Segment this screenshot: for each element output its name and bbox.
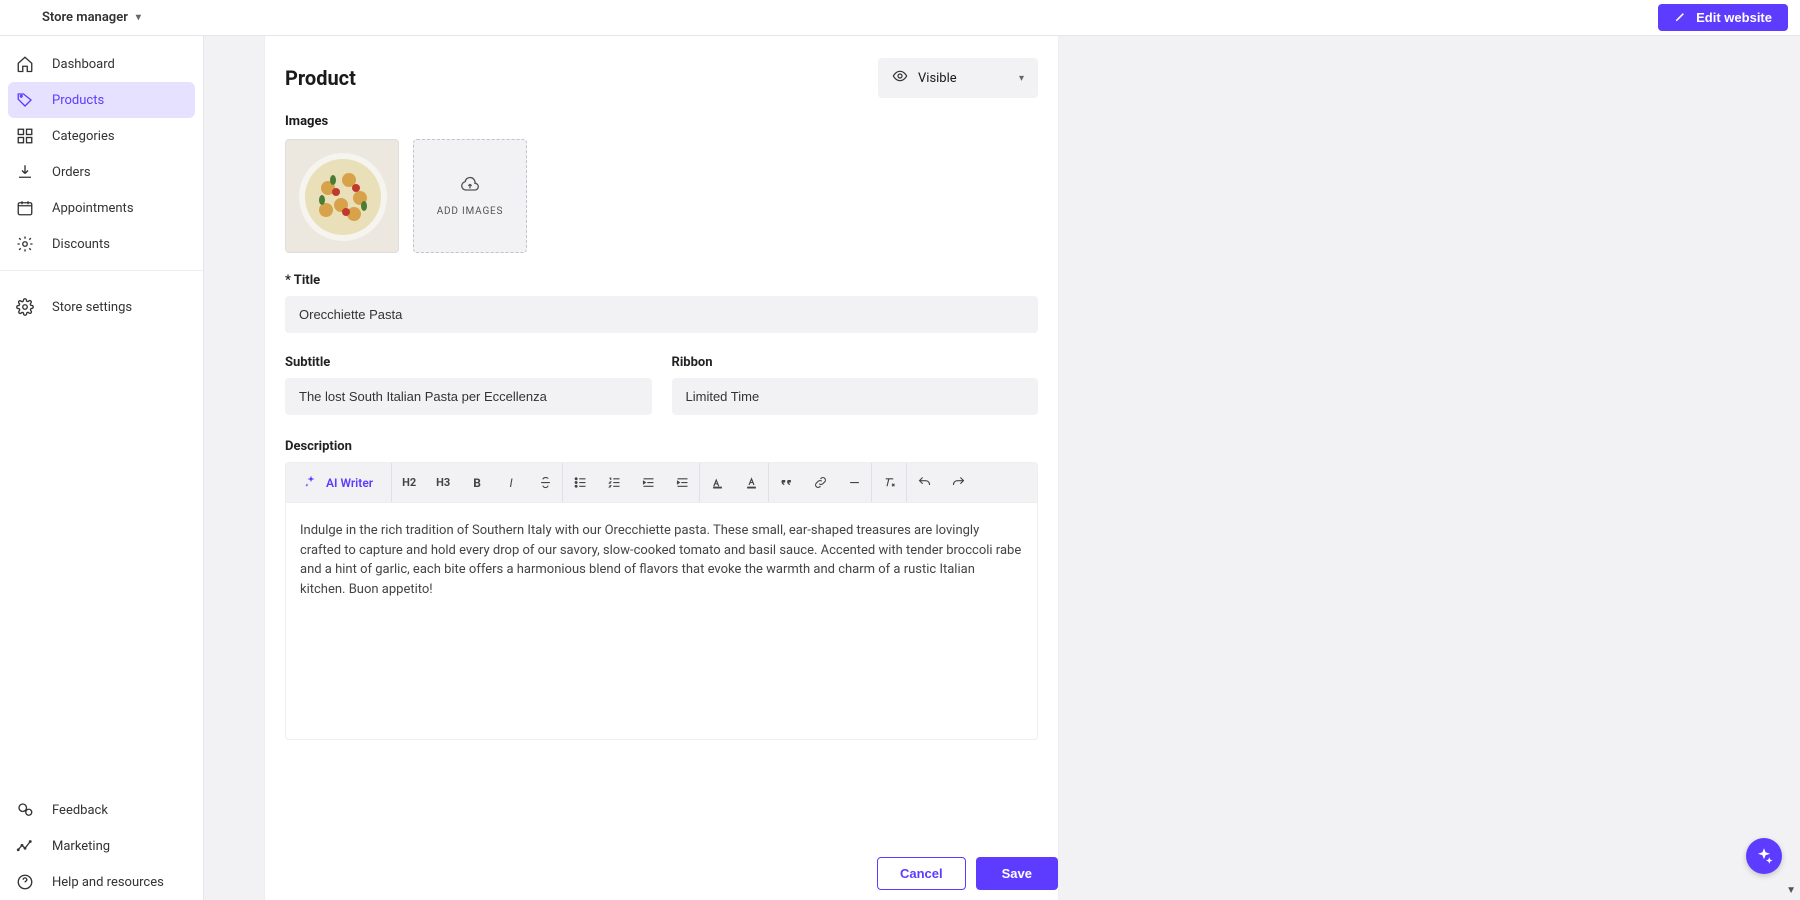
- ribbon-input[interactable]: [672, 378, 1039, 415]
- help-icon: [16, 873, 34, 891]
- visibility-select[interactable]: Visible ▾: [878, 58, 1038, 98]
- top-bar: Store manager ▾ Edit website: [0, 0, 1800, 36]
- assistant-fab[interactable]: [1746, 838, 1782, 874]
- ordered-list-button[interactable]: [597, 463, 631, 502]
- store-manager-dropdown[interactable]: Store manager ▾: [42, 10, 141, 25]
- divider: [0, 270, 203, 271]
- sidebar-item-appointments[interactable]: Appointments: [0, 190, 203, 226]
- page-title: Product: [285, 66, 356, 90]
- rte-toolbar: AI Writer H2 H3 B I: [286, 463, 1037, 503]
- sidebar-item-help[interactable]: Help and resources: [0, 864, 203, 900]
- pencil-icon: [1674, 9, 1688, 26]
- ai-writer-label: AI Writer: [326, 476, 373, 490]
- product-image-thumb[interactable]: [285, 139, 399, 253]
- h2-button[interactable]: H2: [392, 463, 426, 502]
- tag-icon: [16, 91, 34, 109]
- sidebar-item-store-settings[interactable]: Store settings: [0, 289, 203, 325]
- edit-website-button[interactable]: Edit website: [1658, 4, 1788, 31]
- footer-actions: Cancel Save: [877, 857, 1058, 890]
- sidebar-item-orders[interactable]: Orders: [0, 154, 203, 190]
- sidebar-item-label: Dashboard: [52, 57, 115, 72]
- title-label: * Title: [285, 273, 1038, 288]
- edit-website-label: Edit website: [1696, 10, 1772, 25]
- cancel-button[interactable]: Cancel: [877, 857, 966, 890]
- upload-icon: [460, 175, 480, 198]
- store-manager-label: Store manager: [42, 10, 128, 25]
- sidebar-item-dashboard[interactable]: Dashboard: [0, 46, 203, 82]
- subtitle-label: Subtitle: [285, 355, 652, 370]
- hr-button[interactable]: [837, 463, 871, 502]
- chevron-down-icon: ▾: [1019, 73, 1024, 84]
- redo-button[interactable]: [941, 463, 975, 502]
- sidebar-item-label: Marketing: [52, 839, 110, 854]
- sidebar-item-marketing[interactable]: Marketing: [0, 828, 203, 864]
- bold-button[interactable]: B: [460, 463, 494, 502]
- h3-button[interactable]: H3: [426, 463, 460, 502]
- sidebar-item-label: Products: [52, 93, 104, 108]
- bullet-list-button[interactable]: [563, 463, 597, 502]
- outdent-button[interactable]: [631, 463, 665, 502]
- sidebar-item-label: Discounts: [52, 237, 110, 252]
- subtitle-input[interactable]: [285, 378, 652, 415]
- product-panel: Product Visible ▾ Images: [264, 36, 1059, 900]
- sidebar-item-products[interactable]: Products: [8, 82, 195, 118]
- title-input[interactable]: [285, 296, 1038, 333]
- clear-format-button[interactable]: [872, 463, 906, 502]
- scroll-down-arrow[interactable]: ▼: [1786, 885, 1796, 896]
- ai-writer-button[interactable]: AI Writer: [286, 463, 392, 502]
- gear-icon: [16, 235, 34, 253]
- eye-icon: [892, 68, 908, 88]
- grid-icon: [16, 127, 34, 145]
- chevron-down-icon: ▾: [136, 12, 141, 23]
- sidebar-item-label: Feedback: [52, 803, 108, 818]
- sidebar-item-label: Store settings: [52, 300, 132, 315]
- sidebar-item-feedback[interactable]: Feedback: [0, 792, 203, 828]
- rich-text-editor: AI Writer H2 H3 B I: [285, 462, 1038, 740]
- description-label: Description: [285, 439, 1038, 454]
- sidebar-item-label: Help and resources: [52, 875, 164, 890]
- highlight-button[interactable]: [700, 463, 734, 502]
- feedback-icon: [16, 801, 34, 819]
- sidebar-item-label: Categories: [52, 129, 115, 144]
- download-icon: [16, 163, 34, 181]
- quote-button[interactable]: [769, 463, 803, 502]
- calendar-icon: [16, 199, 34, 217]
- undo-button[interactable]: [907, 463, 941, 502]
- sidebar-item-categories[interactable]: Categories: [0, 118, 203, 154]
- description-textarea[interactable]: Indulge in the rich tradition of Souther…: [286, 503, 1037, 739]
- home-icon: [16, 55, 34, 73]
- sidebar: Dashboard Products Categories Orders App…: [0, 36, 204, 900]
- visibility-label: Visible: [918, 71, 957, 86]
- save-button[interactable]: Save: [976, 857, 1058, 890]
- indent-button[interactable]: [665, 463, 699, 502]
- sparkle-icon: [304, 474, 318, 491]
- sidebar-item-label: Appointments: [52, 201, 134, 216]
- add-images-label: ADD IMAGES: [437, 206, 504, 217]
- text-color-button[interactable]: [734, 463, 768, 502]
- add-images-button[interactable]: ADD IMAGES: [413, 139, 527, 253]
- sidebar-item-discounts[interactable]: Discounts: [0, 226, 203, 262]
- ribbon-label: Ribbon: [672, 355, 1039, 370]
- images-label: Images: [285, 114, 1038, 129]
- main-canvas: Product Visible ▾ Images: [204, 36, 1800, 900]
- italic-button[interactable]: I: [494, 463, 528, 502]
- strike-button[interactable]: [528, 463, 562, 502]
- link-button[interactable]: [803, 463, 837, 502]
- trend-icon: [16, 837, 34, 855]
- sidebar-item-label: Orders: [52, 165, 91, 180]
- settings-icon: [16, 298, 34, 316]
